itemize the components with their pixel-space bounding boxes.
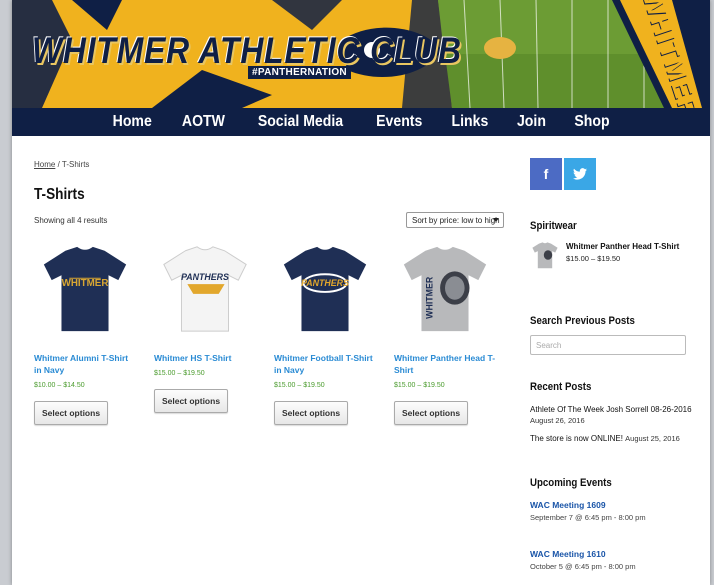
page: WHITMER ATHLETIC CLUB #PANTHERNATION WHI… [12,0,710,585]
result-count: Showing all 4 results [34,216,108,225]
search-heading: Search Previous Posts [530,315,635,327]
product-card: PANTHERS Whitmer HS T-Shirt $15.00 – $19… [154,238,256,413]
product-price: $15.00 – $19.50 [394,382,445,389]
nav-links[interactable]: Links [441,113,499,131]
recent-post-title[interactable]: The store is now ONLINE! [530,434,623,443]
product-name[interactable]: Whitmer Panther Head T-Shirt [394,352,496,376]
nav-join[interactable]: Join [506,113,556,131]
svg-text:PANTHERS: PANTHERS [181,272,229,282]
upcoming-events-heading: Upcoming Events [530,477,612,489]
nav-shop[interactable]: Shop [564,113,620,131]
chevron-down-icon [493,218,499,222]
event-name[interactable]: WAC Meeting 1609 [530,500,646,510]
product-name[interactable]: Whitmer Football T-Shirt in Navy [274,352,376,376]
sort-select[interactable]: Sort by price: low to high [406,212,504,228]
breadcrumb-current: T-Shirts [61,160,90,169]
recent-post-title[interactable]: Athlete Of The Week Josh Sorrell 08-26-2… [530,404,692,415]
event-time: September 7 @ 6:45 pm - 8:00 pm [530,513,646,522]
endzone-text: WHITMER [636,0,707,108]
breadcrumb: Home / T-Shirts [34,160,90,169]
event-name[interactable]: WAC Meeting 1610 [530,549,636,559]
nav-home[interactable]: Home [102,113,162,131]
product-price: $15.00 – $19.50 [274,382,325,389]
site-banner[interactable]: WHITMER ATHLETIC CLUB #PANTHERNATION WHI… [12,0,710,108]
product-name[interactable]: Whitmer HS T-Shirt [154,352,256,364]
breadcrumb-home-link[interactable]: Home [34,160,55,169]
social-buttons: f [530,158,596,190]
event-item: WAC Meeting 1610 October 5 @ 6:45 pm - 8… [530,549,636,571]
recent-post-date: August 25, 2016 [625,434,680,443]
product-price: $15.00 – $19.50 [154,370,205,377]
panther-logo-icon [484,37,516,59]
select-options-button[interactable]: Select options [394,401,468,425]
product-image[interactable]: PANTHERS [154,238,256,338]
page-title: T-Shirts [34,186,85,203]
product-image[interactable]: WHITMER [34,238,136,338]
main-nav: Home AOTW Social Media Events Links Join… [12,108,710,136]
product-card: WHITMER Whitmer Panther Head T-Shirt $15… [394,238,496,425]
svg-text:WHITMER: WHITMER [424,276,434,319]
event-time: October 5 @ 6:45 pm - 8:00 pm [530,562,636,571]
event-item: WAC Meeting 1609 September 7 @ 6:45 pm -… [530,500,646,522]
recent-post-date: August 26, 2016 [530,416,585,425]
product-thumbnail[interactable] [530,240,560,270]
product-image[interactable]: PANTHERS [274,238,376,338]
facebook-icon[interactable]: f [530,158,562,190]
nav-events[interactable]: Events [365,113,432,131]
spiritwear-item-price: $15.00 – $19.50 [566,254,621,263]
select-options-button[interactable]: Select options [274,401,348,425]
product-image[interactable]: WHITMER [394,238,496,338]
search-input[interactable]: Search [530,335,686,355]
recent-posts-heading: Recent Posts [530,381,592,393]
svg-text:PANTHERS: PANTHERS [301,278,349,288]
product-card: PANTHERS Whitmer Football T-Shirt in Nav… [274,238,376,425]
product-card: WHITMER Whitmer Alumni T-Shirt in Navy $… [34,238,136,425]
spiritwear-item[interactable]: Whitmer Panther Head T-Shirt $15.00 – $1… [530,240,679,270]
select-options-button[interactable]: Select options [34,401,108,425]
recent-post: The store is now ONLINE! August 25, 2016 [530,433,680,444]
nav-aotw[interactable]: AOTW [171,113,235,131]
product-price: $10.00 – $14.50 [34,382,85,389]
spiritwear-item-name[interactable]: Whitmer Panther Head T-Shirt [566,242,679,251]
nav-social-media[interactable]: Social Media [247,113,353,131]
select-options-button[interactable]: Select options [154,389,228,413]
recent-post: Athlete Of The Week Josh Sorrell 08-26-2… [530,404,692,426]
product-name[interactable]: Whitmer Alumni T-Shirt in Navy [34,352,136,376]
spiritwear-heading: Spiritwear [530,220,577,232]
site-title: WHITMER ATHLETIC CLUB [32,30,462,71]
twitter-icon[interactable] [564,158,596,190]
svg-text:WHITMER: WHITMER [62,278,109,289]
hashtag: #PANTHERNATION [248,66,351,79]
